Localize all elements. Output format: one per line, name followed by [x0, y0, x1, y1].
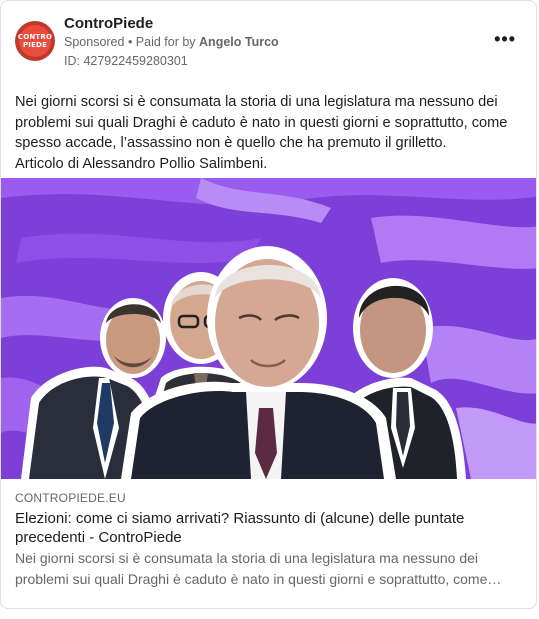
paid-for-name: Angelo Turco	[199, 35, 279, 49]
link-description-line: Nei giorni scorsi si è consumata la stor…	[15, 550, 479, 566]
page-name-link[interactable]: ControPiede	[64, 15, 153, 32]
link-preview[interactable]: CONTROPIEDE.EU Elezioni: come ci siamo a…	[1, 479, 536, 608]
more-options-icon[interactable]: •••	[494, 29, 516, 50]
link-description: Nei giorni scorsi si è consumata la stor…	[15, 548, 525, 589]
avatar-logo-line-2: PIEDE	[22, 41, 48, 49]
post-body-line: spesso accade, l’assassino non è quello …	[15, 135, 447, 151]
post-body-line: Articolo di Alessandro Pollio Salimbeni.	[15, 155, 268, 172]
sponsored-line: Sponsored • Paid for by Angelo Turco	[64, 35, 279, 49]
link-headline-line: precedenti - ControPiede	[15, 529, 182, 546]
ad-id: ID: 427922459280301	[64, 54, 188, 68]
post-body-line: Nei giorni scorsi si è consumata la stor…	[15, 94, 498, 110]
paid-for-prefix: Paid for by	[135, 35, 200, 49]
link-headline[interactable]: Elezioni: come ci siamo arrivati? Riassu…	[15, 509, 525, 547]
link-description-line: problemi sui quali Draghi è caduto è nat…	[15, 570, 502, 587]
post-header: CONTRO PIEDE ControPiede Sponsored • Pai…	[1, 1, 536, 81]
avatar-logo-line-1: CONTRO	[17, 33, 53, 41]
post-body-text: Nei giorni scorsi si è consumata la stor…	[15, 92, 525, 174]
post-body-line: problemi sui quali Draghi è caduto è nat…	[15, 114, 508, 131]
page-avatar[interactable]: CONTRO PIEDE	[15, 21, 55, 61]
link-headline-line: Elezioni: come ci siamo arrivati? Riassu…	[15, 510, 465, 527]
post-image[interactable]	[1, 178, 536, 479]
sponsored-post-card: CONTRO PIEDE ControPiede Sponsored • Pai…	[0, 0, 537, 609]
link-domain: CONTROPIEDE.EU	[15, 491, 126, 505]
politicians-illustration	[1, 178, 536, 479]
sponsored-label[interactable]: Sponsored	[64, 35, 124, 49]
avatar-logo: CONTRO PIEDE	[17, 25, 53, 57]
meta-separator: •	[124, 35, 136, 49]
